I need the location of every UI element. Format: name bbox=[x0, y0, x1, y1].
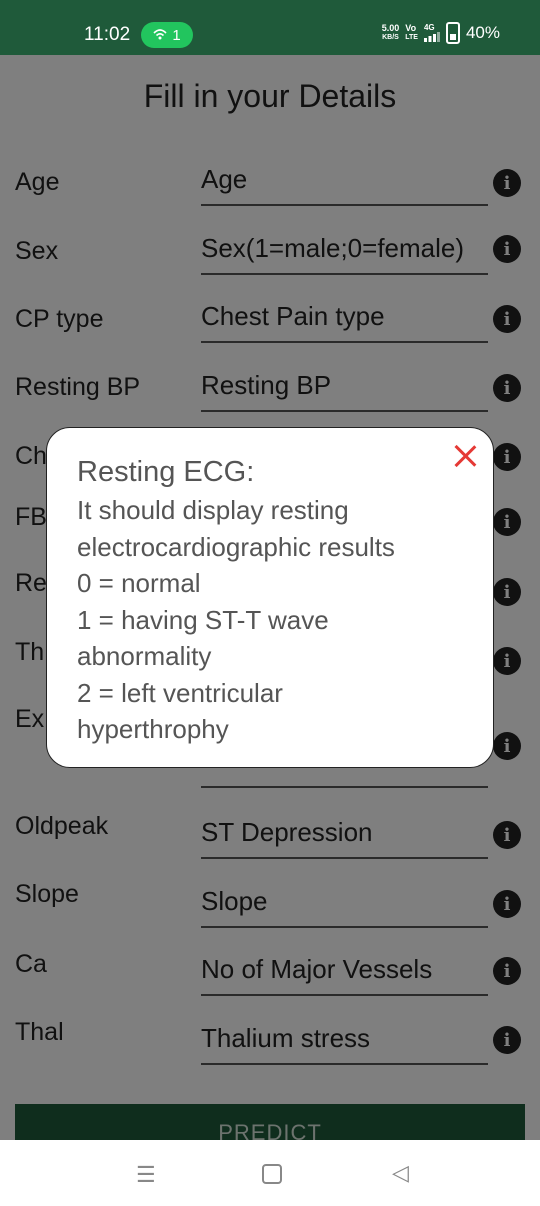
dialog-line: 1 = having ST-T wave bbox=[77, 604, 329, 635]
network-speed: 5.00 KB/S bbox=[381, 23, 400, 42]
dialog-line: 2 = left ventricular bbox=[77, 677, 283, 708]
info-dialog: Resting ECG: It should display resting e… bbox=[46, 427, 494, 768]
dialog-line: 0 = normal bbox=[77, 568, 201, 598]
close-icon[interactable] bbox=[451, 442, 479, 470]
dialog-line: hyperthrophy bbox=[77, 714, 229, 744]
dialog-title: Resting ECG: bbox=[77, 456, 255, 488]
status-icons: 5.00 KB/S Vo LTE 4G 40% bbox=[382, 22, 500, 44]
home-icon[interactable] bbox=[262, 1164, 282, 1184]
dialog-line: electrocardiographic results bbox=[77, 531, 395, 562]
dialog-body: It should display resting electrocardiog… bbox=[77, 492, 477, 748]
hotspot-count: 1 bbox=[172, 26, 181, 44]
volte-icon: Vo LTE bbox=[405, 23, 418, 42]
status-bar: 11:02 1 5.00 KB/S Vo LTE 4G 40% bbox=[0, 0, 540, 55]
signal-icon: 4G bbox=[423, 23, 440, 44]
battery-percent: 40% bbox=[465, 23, 500, 42]
recent-apps-icon[interactable]: ☰ bbox=[136, 1162, 156, 1188]
dialog-line: It should display resting bbox=[77, 495, 349, 525]
clock: 11:02 bbox=[84, 24, 131, 45]
back-icon[interactable]: ◁ bbox=[392, 1160, 409, 1186]
hotspot-indicator: 1 bbox=[141, 22, 193, 48]
battery-icon bbox=[445, 22, 460, 44]
system-nav-bar: ☰ ◁ bbox=[0, 1140, 540, 1206]
dialog-line: abnormality bbox=[77, 641, 212, 671]
hotspot-icon bbox=[153, 27, 167, 44]
